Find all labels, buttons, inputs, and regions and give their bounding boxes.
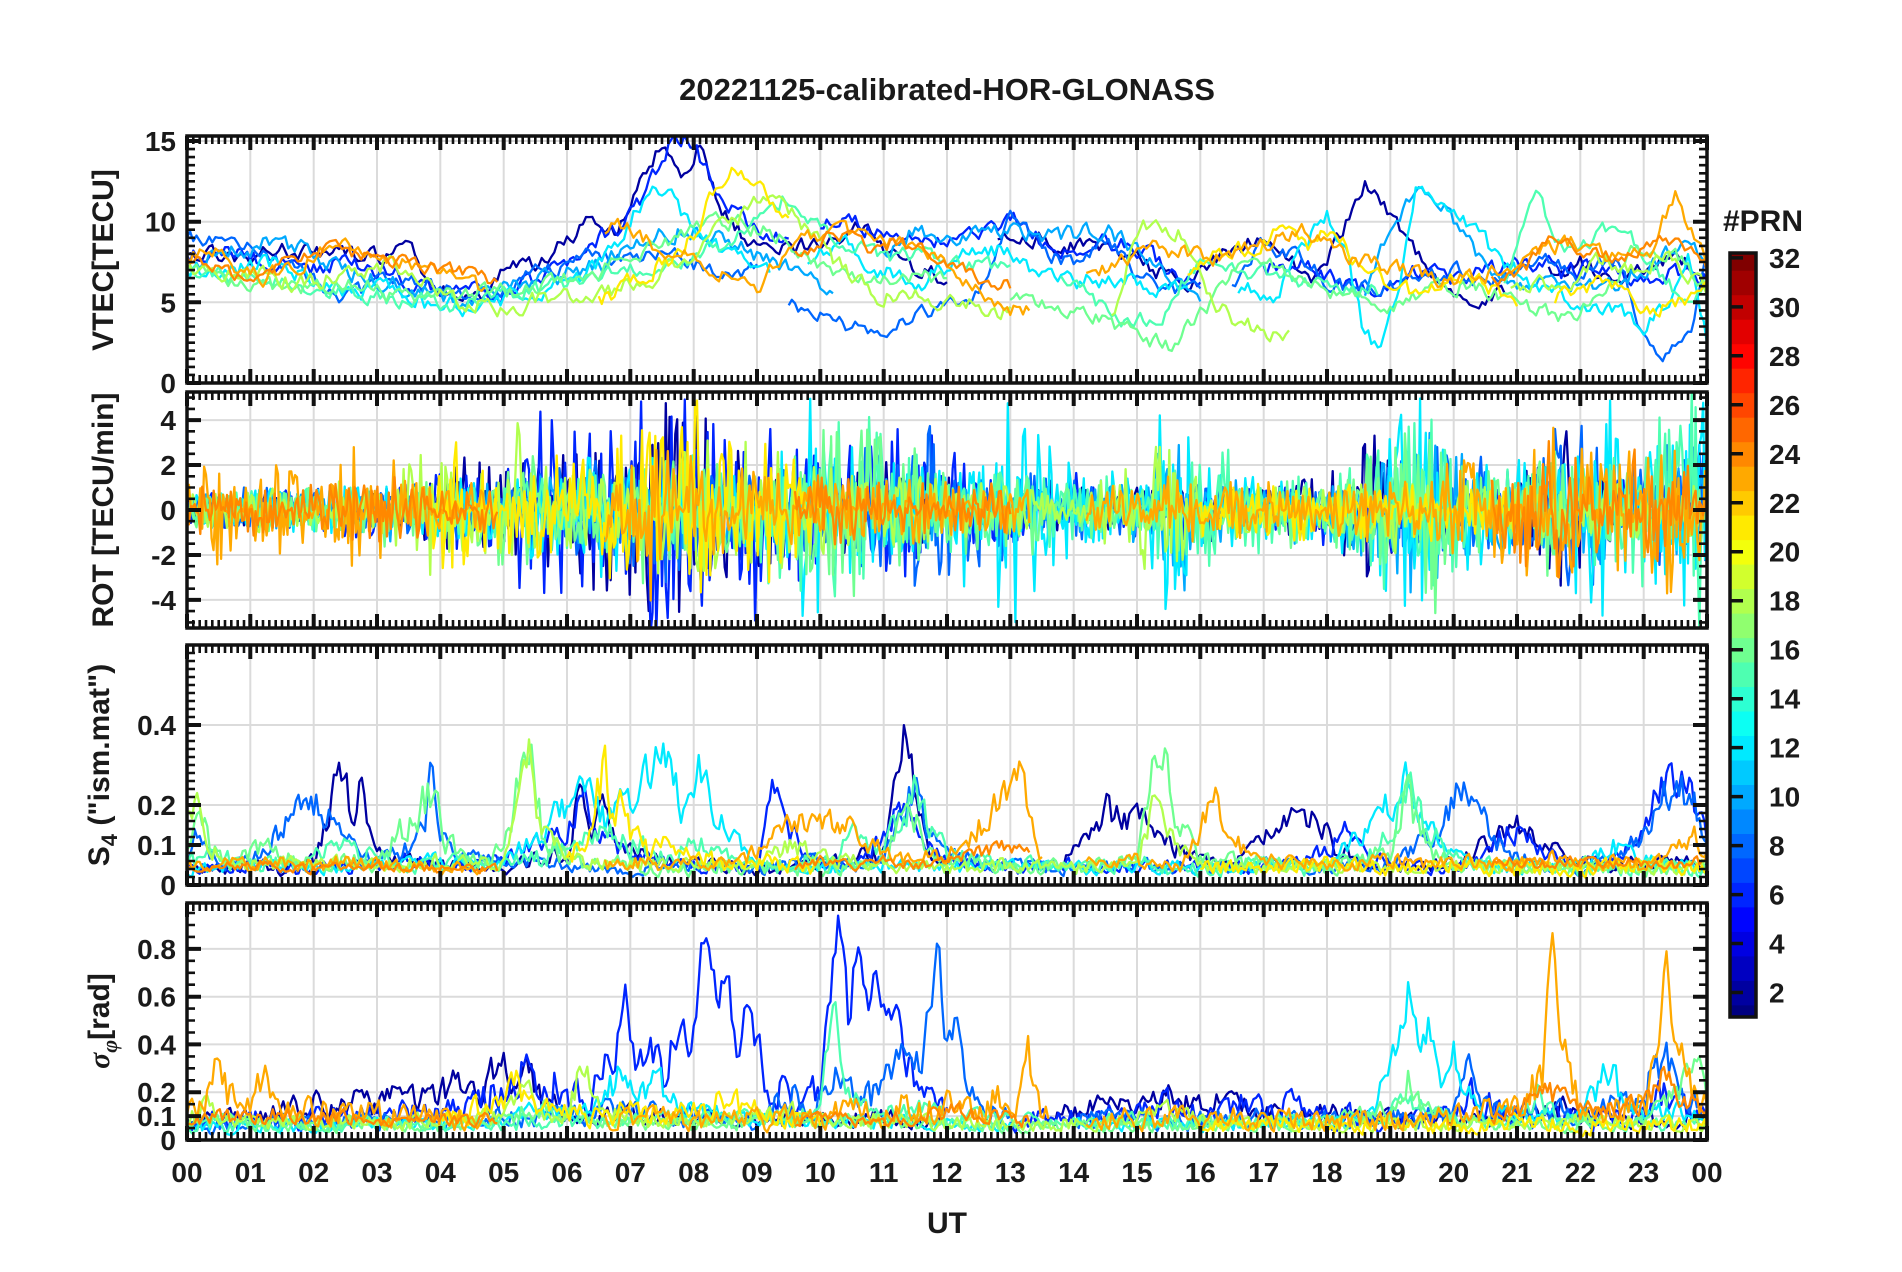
colorbar-block: [1730, 253, 1756, 271]
colorbar-tick-label: 6: [1769, 880, 1785, 911]
x-tick-label: 05: [488, 1157, 519, 1188]
colorbar-block: [1730, 466, 1756, 492]
x-axis-label: UT: [927, 1207, 967, 1240]
y-axis-label-vtec: VTEC[TECU]: [87, 169, 120, 351]
x-tick-label: 00: [171, 1157, 202, 1188]
y-tick-label: 0.2: [137, 1077, 176, 1108]
x-tick-label: 16: [1185, 1157, 1216, 1188]
colorbar-block: [1730, 808, 1756, 834]
y-tick-label: 0.6: [137, 982, 176, 1013]
x-tick-label: 22: [1565, 1157, 1596, 1188]
y-tick-label: 0.2: [137, 790, 176, 821]
series-prn-10: [882, 221, 1202, 302]
x-tick-label: 01: [235, 1157, 266, 1188]
x-tick-label: 10: [805, 1157, 836, 1188]
y-axis-label-sigmaphi: σφ[rad]: [83, 973, 122, 1069]
colorbar-block: [1730, 955, 1756, 981]
x-tick-label: 19: [1375, 1157, 1406, 1188]
colorbar-block: [1730, 564, 1756, 590]
colorbar-block: [1730, 613, 1756, 639]
colorbar-title: #PRN: [1722, 205, 1804, 238]
x-tick-label: 03: [361, 1157, 392, 1188]
x-tick-label: 17: [1248, 1157, 1279, 1188]
colorbar-tick-label: 30: [1769, 292, 1800, 323]
x-tick-label: 15: [1121, 1157, 1152, 1188]
colorbar-block: [1730, 759, 1756, 785]
x-tick-label: 06: [551, 1157, 582, 1188]
x-tick-label: 11: [869, 1157, 899, 1188]
x-tick-label: 12: [931, 1157, 962, 1188]
y-tick-label: 0.4: [137, 710, 176, 741]
colorbar-tick-label: 20: [1769, 537, 1800, 568]
colorbar-tick-label: 24: [1769, 439, 1801, 470]
page-title: 20221125-calibrated-HOR-GLONASS: [679, 72, 1215, 107]
y-tick-label: 5: [160, 287, 176, 318]
y-tick-label: 0: [160, 870, 176, 901]
x-tick-label: 21: [1501, 1157, 1532, 1188]
colorbar-block: [1730, 368, 1756, 394]
colorbar-tick-label: 4: [1769, 929, 1785, 960]
x-tick-label: 00: [1691, 1157, 1722, 1188]
y-tick-label: 4: [160, 405, 176, 436]
y-tick-label: 0: [160, 368, 176, 399]
colorbar-block: [1730, 319, 1756, 345]
y-tick-label: 2: [160, 450, 176, 481]
y-tick-label: 0.4: [137, 1029, 176, 1060]
colorbar-tick-label: 26: [1769, 390, 1800, 421]
colorbar-tick-label: 18: [1769, 586, 1800, 617]
chart-canvas: 051015-4-202400.10.20.400.10.20.40.60.80…: [137, 126, 1801, 1188]
colorbar-tick-label: 12: [1769, 733, 1800, 764]
colorbar-block: [1730, 270, 1756, 296]
colorbar-tick-label: 16: [1769, 635, 1800, 666]
x-tick-label: 13: [995, 1157, 1026, 1188]
colorbar-block: [1730, 710, 1756, 736]
y-tick-label: -4: [151, 585, 176, 616]
colorbar-tick-label: 10: [1769, 782, 1800, 813]
y-axis-label-rot: ROT [TECU/min]: [87, 392, 120, 628]
x-tick-label: 23: [1628, 1157, 1659, 1188]
x-tick-label: 09: [741, 1157, 772, 1188]
colorbar-block: [1730, 857, 1756, 883]
figure: 0 5 10 15 -4 -2 0 2 4 0 0.1 0.2 0.4 0 0.1 0.2 0.4 0.6 0.8 0…: [0, 0, 1902, 1272]
colorbar-tick-label: 14: [1769, 684, 1801, 715]
colorbar-tick-label: 8: [1769, 831, 1785, 862]
colorbar-tick-label: 32: [1769, 243, 1800, 274]
colorbar-block: [1730, 417, 1756, 443]
series-prn-23: [1085, 190, 1707, 289]
x-tick-label: 18: [1311, 1157, 1342, 1188]
x-tick-label: 14: [1058, 1157, 1090, 1188]
x-tick-label: 07: [615, 1157, 646, 1188]
colorbar-tick-label: 22: [1769, 488, 1800, 519]
y-tick-label: 10: [145, 207, 176, 238]
y-tick-label: -2: [151, 540, 176, 571]
x-tick-label: 20: [1438, 1157, 1469, 1188]
colorbar-tick-label: 28: [1769, 341, 1800, 372]
colorbar-block: [1730, 661, 1756, 687]
y-axis-label-s4: S4 ("ism.mat"): [83, 663, 122, 867]
y-tick-label: 0: [160, 495, 176, 526]
x-tick-label: 02: [298, 1157, 329, 1188]
series-prn-23: [603, 760, 1043, 872]
y-tick-label: 0.1: [137, 830, 176, 861]
colorbar-tick-label: 2: [1769, 978, 1785, 1009]
y-tick-label: 15: [145, 126, 176, 157]
colorbar-block: [1730, 906, 1756, 932]
x-tick-label: 04: [425, 1157, 457, 1188]
y-tick-label: 0.8: [137, 934, 176, 965]
x-tick-label: 08: [678, 1157, 709, 1188]
colorbar-block: [1730, 515, 1756, 541]
